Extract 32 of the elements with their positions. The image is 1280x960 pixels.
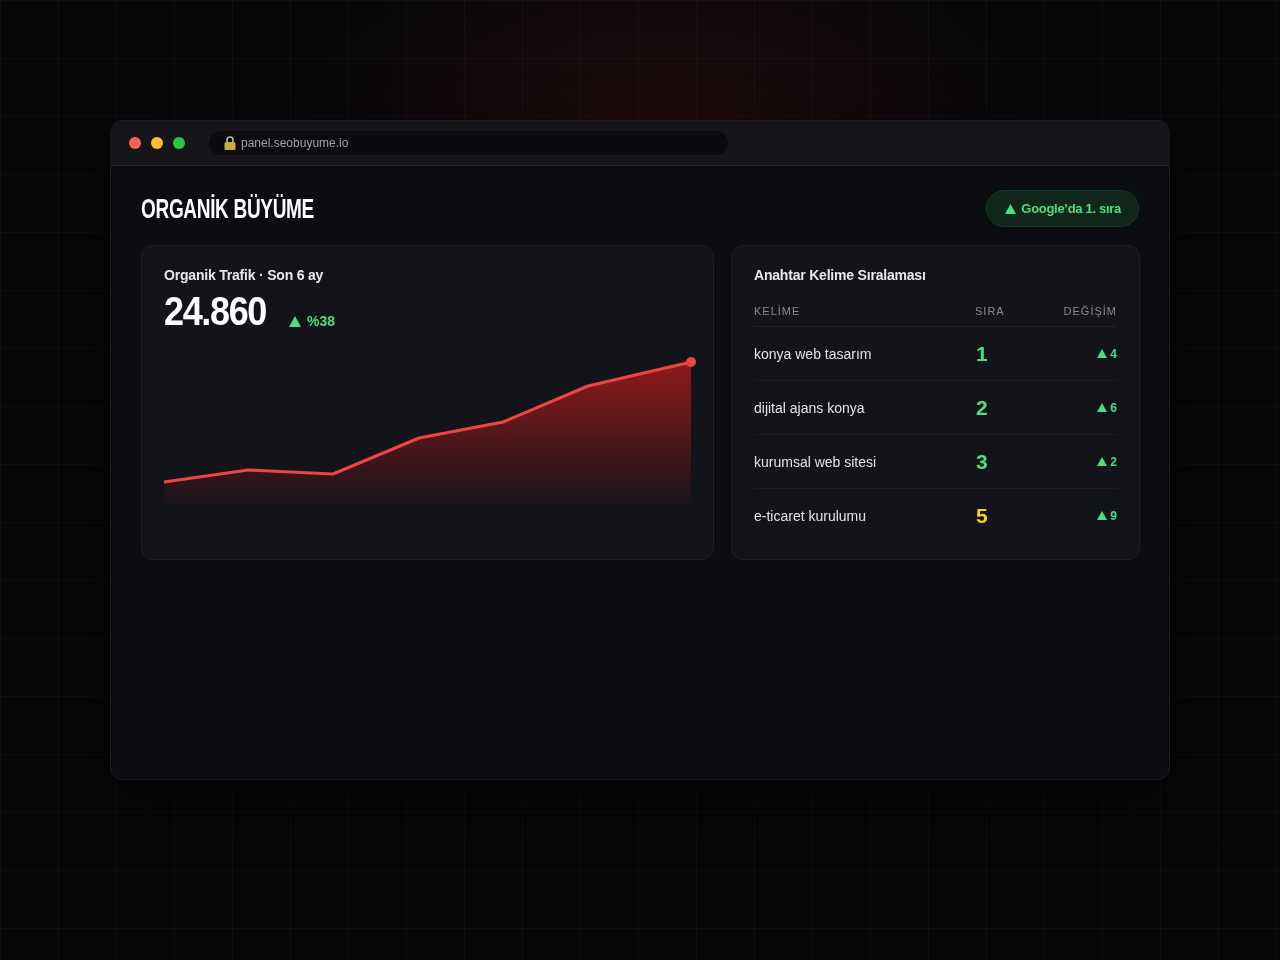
- keyword-cell-text: dijital ajans konya: [754, 399, 866, 416]
- change-percent: %38: [307, 313, 336, 329]
- window-control-dot[interactable]: [151, 137, 163, 149]
- badge-text: Google’da 1. sıra: [1021, 201, 1121, 216]
- keyword-cell-text: e-ticaret kurulumu: [754, 507, 868, 524]
- address-bar[interactable]: panel.seobuyume.io: [209, 131, 728, 155]
- up-triangle-icon: [1097, 403, 1108, 412]
- card-title: Anahtar Kelime Sıralaması: [754, 266, 927, 284]
- keyword-cell-text: kurumsal web sitesi: [754, 453, 878, 470]
- keyword-cell-text: konya web tasarım: [754, 345, 873, 362]
- rank-cell: 5: [975, 503, 988, 528]
- lock-icon: [224, 136, 236, 150]
- page-title: ORGANİK BÜYÜME: [141, 192, 314, 225]
- window-control-dot[interactable]: [173, 137, 185, 149]
- change-value: 6: [1110, 400, 1117, 415]
- up-triangle-icon: [1097, 511, 1108, 520]
- up-triangle-icon: [289, 315, 301, 327]
- column-header: DEĞİŞİM: [1063, 305, 1117, 317]
- up-triangle-icon: [1005, 203, 1017, 214]
- up-triangle-icon: [1097, 349, 1108, 358]
- window-control-dot[interactable]: [129, 137, 141, 149]
- column-header: SIRA: [975, 305, 1005, 317]
- change-value: 9: [1110, 508, 1117, 523]
- traffic-value: 24.860: [164, 290, 267, 332]
- change-value: 4: [1110, 346, 1117, 361]
- rank-cell: 3: [975, 449, 988, 474]
- column-header: KELİME: [754, 305, 801, 317]
- card-title: Organik Trafik · Son 6 ay: [164, 266, 325, 284]
- change-value: 2: [1110, 454, 1117, 469]
- up-triangle-icon: [1097, 457, 1108, 466]
- rank-cell: 2: [975, 395, 988, 420]
- rank-cell: 1: [975, 341, 988, 366]
